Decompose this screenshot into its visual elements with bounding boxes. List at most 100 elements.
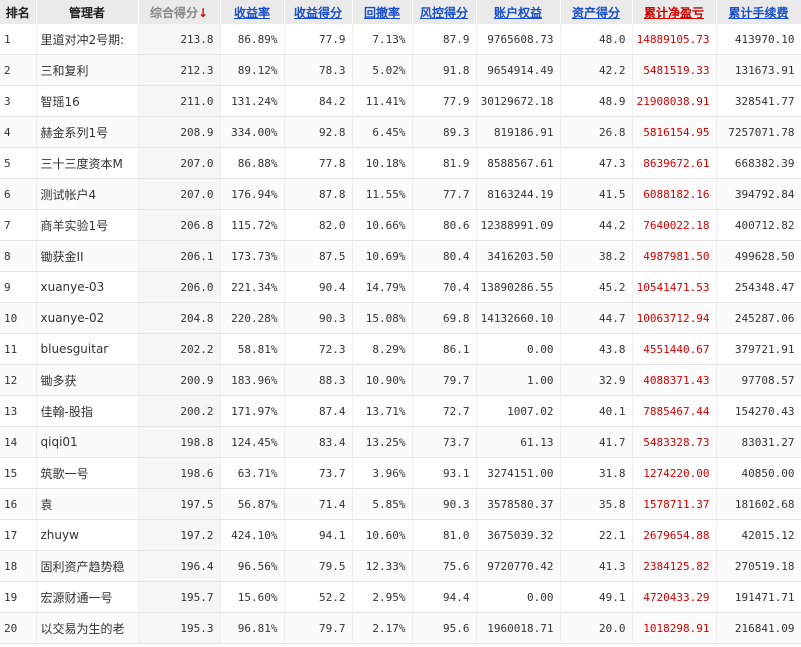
header-return-score[interactable]: 收益得分 [284, 0, 353, 24]
cell-fees: 394792.84 [716, 178, 801, 210]
cell-asset-score: 32.9 [560, 364, 633, 396]
cell-composite-score: 206.0 [138, 271, 221, 303]
cell-manager: 三和复利 [36, 54, 139, 86]
cell-composite-score: 198.6 [138, 457, 221, 489]
cell-return-score: 87.4 [284, 395, 353, 427]
sort-drawdown-link[interactable]: 回撤率 [364, 6, 400, 20]
table-row: 18 固利资产趋势稳 196.4 96.56% 79.5 12.33% 75.6 972077… [0, 550, 801, 582]
cell-drawdown: 12.33% [352, 550, 413, 582]
cell-asset-score: 42.2 [560, 54, 633, 86]
cell-risk-score: 72.7 [412, 395, 477, 427]
cell-risk-score: 86.1 [412, 333, 477, 365]
cell-fees: 216841.09 [716, 612, 801, 644]
cell-return-score: 82.0 [284, 209, 353, 241]
sort-net-pnl-link[interactable]: 累计净盈亏 [644, 6, 704, 20]
cell-fees: 254348.47 [716, 271, 801, 303]
cell-rank: 9 [0, 271, 37, 303]
cell-return-rate: 15.60% [220, 581, 285, 613]
cell-rank: 18 [0, 550, 37, 582]
cell-manager: 锄获金II [36, 240, 139, 272]
cell-composite-score: 195.3 [138, 612, 221, 644]
header-fees[interactable]: 累计手续费 [716, 0, 801, 24]
table-row: 9 xuanye-03 206.0 221.34% 90.4 14.79% 70.4 1389… [0, 271, 801, 303]
cell-drawdown: 10.18% [352, 147, 413, 179]
cell-net-pnl: 14889105.73 [632, 24, 717, 55]
header-drawdown[interactable]: 回撤率 [352, 0, 413, 24]
cell-asset-score: 48.9 [560, 85, 633, 117]
cell-return-score: 87.8 [284, 178, 353, 210]
cell-drawdown: 10.90% [352, 364, 413, 396]
sort-composite-link[interactable]: 综合得分 [150, 6, 198, 20]
cell-composite-score: 212.3 [138, 54, 221, 86]
cell-composite-score: 206.1 [138, 240, 221, 272]
cell-return-score: 79.7 [284, 612, 353, 644]
sort-risk-score-link[interactable]: 风控得分 [420, 6, 468, 20]
cell-return-rate: 173.73% [220, 240, 285, 272]
cell-return-rate: 86.88% [220, 147, 285, 179]
cell-equity: 3274151.00 [476, 457, 561, 489]
cell-net-pnl: 2679654.88 [632, 519, 717, 551]
cell-risk-score: 90.3 [412, 488, 477, 520]
sort-return-score-link[interactable]: 收益得分 [294, 6, 342, 20]
cell-drawdown: 15.08% [352, 302, 413, 334]
cell-return-rate: 131.24% [220, 85, 285, 117]
cell-equity: 0.00 [476, 333, 561, 365]
cell-fees: 499628.50 [716, 240, 801, 272]
sort-asset-score-link[interactable]: 资产得分 [572, 6, 620, 20]
cell-net-pnl: 4088371.43 [632, 364, 717, 396]
cell-net-pnl: 7640022.18 [632, 209, 717, 241]
cell-risk-score: 94.4 [412, 581, 477, 613]
cell-return-score: 90.3 [284, 302, 353, 334]
cell-return-score: 78.3 [284, 54, 353, 86]
table-row: 5 三十三度资本M 207.0 86.88% 77.8 10.18% 81.9 8588567… [0, 147, 801, 179]
sort-equity-link[interactable]: 账户权益 [494, 6, 542, 20]
cell-equity: 8163244.19 [476, 178, 561, 210]
cell-fees: 7257071.78 [716, 116, 801, 148]
cell-return-score: 83.4 [284, 426, 353, 458]
cell-equity: 1960018.71 [476, 612, 561, 644]
cell-composite-score: 206.8 [138, 209, 221, 241]
cell-fees: 328541.77 [716, 85, 801, 117]
cell-rank: 5 [0, 147, 37, 179]
cell-manager: 商羊实验1号 [36, 209, 139, 241]
cell-asset-score: 35.8 [560, 488, 633, 520]
cell-net-pnl: 21908038.91 [632, 85, 717, 117]
header-risk-score[interactable]: 风控得分 [412, 0, 477, 24]
cell-rank: 12 [0, 364, 37, 396]
cell-manager: 三十三度资本M [36, 147, 139, 179]
sort-return-rate-link[interactable]: 收益率 [234, 6, 270, 20]
header-net-pnl[interactable]: 累计净盈亏 [632, 0, 717, 24]
cell-risk-score: 70.4 [412, 271, 477, 303]
cell-drawdown: 5.02% [352, 54, 413, 86]
cell-drawdown: 2.17% [352, 612, 413, 644]
cell-return-rate: 115.72% [220, 209, 285, 241]
header-asset-score[interactable]: 资产得分 [560, 0, 633, 24]
cell-manager: qiqi01 [36, 426, 139, 458]
cell-net-pnl: 6088182.16 [632, 178, 717, 210]
cell-drawdown: 11.55% [352, 178, 413, 210]
cell-rank: 4 [0, 116, 37, 148]
cell-risk-score: 80.4 [412, 240, 477, 272]
cell-composite-score: 195.7 [138, 581, 221, 613]
cell-composite-score: 207.0 [138, 178, 221, 210]
cell-equity: 819186.91 [476, 116, 561, 148]
header-equity[interactable]: 账户权益 [476, 0, 561, 24]
table-row: 2 三和复利 212.3 89.12% 78.3 5.02% 91.8 9654914.49 4… [0, 54, 801, 86]
table-row: 17 zhuyw 197.2 424.10% 94.1 10.60% 81.0 3675039… [0, 519, 801, 551]
cell-return-rate: 176.94% [220, 178, 285, 210]
cell-fees: 181602.68 [716, 488, 801, 520]
cell-asset-score: 38.2 [560, 240, 633, 272]
sort-fees-link[interactable]: 累计手续费 [728, 6, 788, 20]
cell-fees: 270519.18 [716, 550, 801, 582]
cell-manager: 锄多获 [36, 364, 139, 396]
cell-equity: 3675039.32 [476, 519, 561, 551]
cell-return-rate: 56.87% [220, 488, 285, 520]
header-return-rate[interactable]: 收益率 [220, 0, 285, 24]
table-row: 6 测试帐户4 207.0 176.94% 87.8 11.55% 77.7 8163244.… [0, 178, 801, 210]
header-composite-score[interactable]: 综合得分↓ [138, 0, 221, 24]
cell-asset-score: 31.8 [560, 457, 633, 489]
cell-risk-score: 79.7 [412, 364, 477, 396]
cell-drawdown: 10.60% [352, 519, 413, 551]
cell-return-score: 88.3 [284, 364, 353, 396]
cell-manager: 筑歌一号 [36, 457, 139, 489]
